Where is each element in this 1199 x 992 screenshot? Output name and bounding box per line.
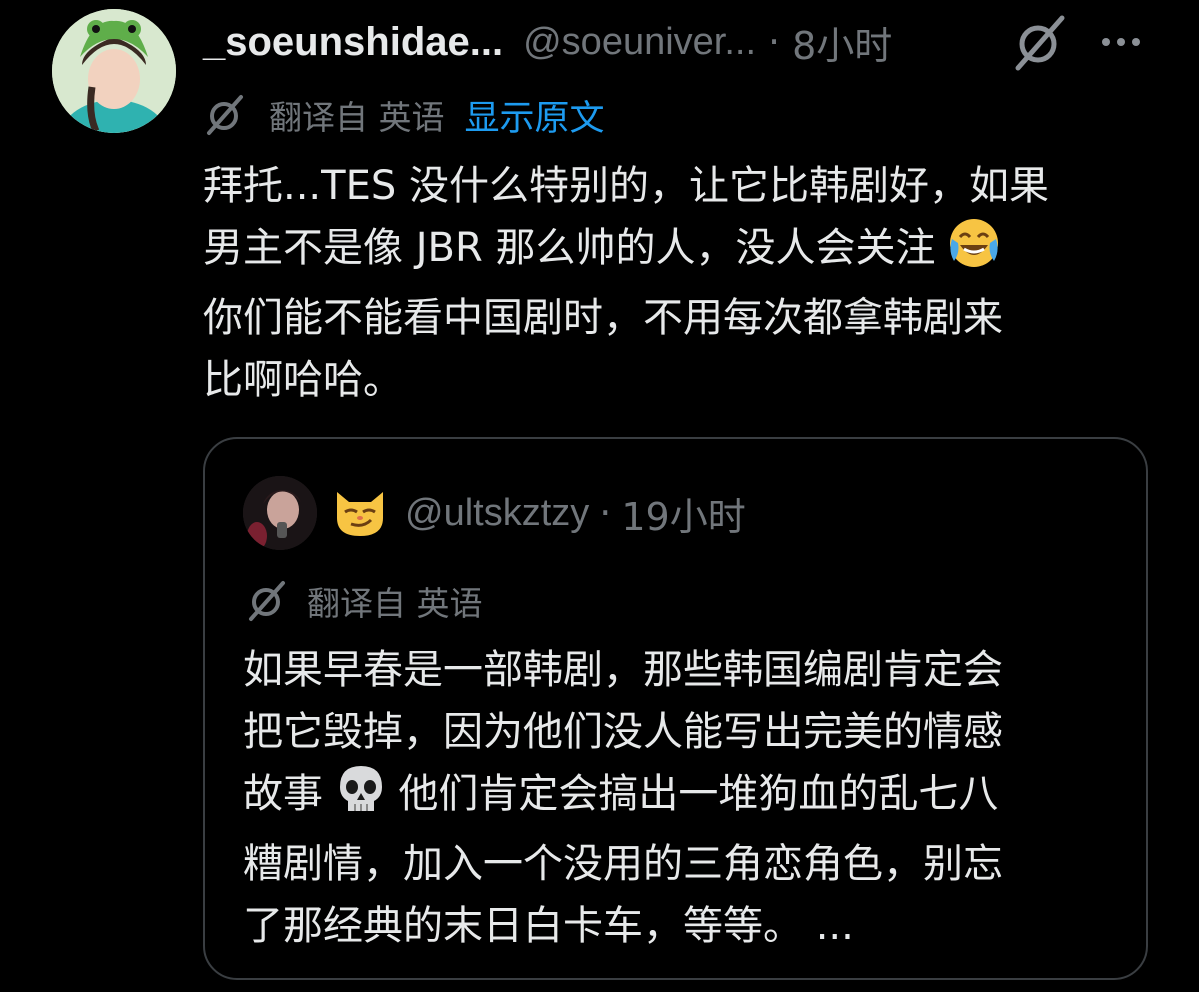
quoted-translation-bar: 翻译自 英语 bbox=[245, 576, 483, 626]
quoted-text-segment: 故事 bbox=[243, 771, 323, 817]
post-timestamp[interactable]: 8小时 bbox=[792, 15, 892, 70]
post-header: _soeunshidae... @soeuniver... · 8小时 bbox=[203, 14, 892, 70]
quoted-post-timestamp[interactable]: 19小时 bbox=[621, 486, 745, 541]
post-text-line-with-emoji: 男主不是像 JBR 那么帅的人，没人会关注 bbox=[203, 217, 1158, 287]
quoted-text-line: 了那经典的末日白卡车，等等。 ... bbox=[243, 903, 854, 949]
translation-bar: 翻译自 英语 显示原文 bbox=[203, 90, 605, 140]
author-avatar-image bbox=[52, 9, 176, 133]
quoted-avatar-image bbox=[243, 476, 317, 550]
post-text-line: 比啊哈哈。 bbox=[203, 357, 403, 403]
quoted-post-card[interactable]: @ultskztzy · 19小时 翻译自 英语 如果早春是一部韩剧，那些韩国编… bbox=[203, 437, 1148, 980]
quoted-translation-label: 翻译自 英语 bbox=[307, 584, 483, 623]
quoted-author-handle[interactable]: @ultskztzy bbox=[405, 492, 589, 535]
quoted-text-line: 把它毁掉，因为他们没人能写出完美的情感 bbox=[243, 709, 1003, 755]
post-text-line: 你们能不能看中国剧时，不用每次都拿韩剧来 bbox=[203, 295, 1003, 341]
quoted-post-header: @ultskztzy · 19小时 bbox=[243, 473, 746, 553]
post-text-line: 男主不是像 JBR 那么帅的人，没人会关注 bbox=[203, 225, 936, 271]
header-separator: · bbox=[768, 20, 781, 64]
face-with-tears-of-joy-icon bbox=[948, 217, 1000, 287]
skull-icon bbox=[336, 763, 386, 833]
post-body: 拜托...TES 没什么特别的，让它比韩剧好，如果 男主不是像 JBR 那么帅的… bbox=[203, 155, 1158, 411]
quoted-text-line: 如果早春是一部韩剧，那些韩国编剧肯定会 bbox=[243, 647, 1003, 693]
quoted-text-line: 糟剧情，加入一个没用的三角恋角色，别忘 bbox=[243, 841, 1003, 887]
translation-label: 翻译自 英语 bbox=[269, 98, 445, 137]
post-text-line: 拜托...TES 没什么特别的，让它比韩剧好，如果 bbox=[203, 163, 1049, 209]
author-display-name[interactable]: _soeunshidae... bbox=[203, 20, 503, 65]
quoted-post-body: 如果早春是一部韩剧，那些韩国编剧肯定会 把它毁掉，因为他们没人能写出完美的情感 … bbox=[243, 639, 1123, 957]
author-handle[interactable]: @soeuniver... bbox=[523, 21, 756, 64]
quoted-text-line-with-emoji: 故事 他们肯定会搞出一堆狗血的乱七八 bbox=[243, 763, 1123, 833]
grok-translate-icon bbox=[249, 581, 285, 621]
grok-translate-icon bbox=[207, 95, 243, 135]
grok-icon[interactable] bbox=[1010, 14, 1068, 72]
author-avatar[interactable] bbox=[52, 9, 176, 133]
smirking-cat-icon bbox=[331, 482, 389, 544]
show-original-link[interactable]: 显示原文 bbox=[465, 90, 605, 141]
quoted-text-segment: 他们肯定会搞出一堆狗血的乱七八 bbox=[398, 771, 999, 817]
quoted-header-separator: · bbox=[599, 491, 612, 535]
more-options-icon[interactable] bbox=[1096, 22, 1146, 62]
quoted-author-avatar[interactable] bbox=[243, 476, 317, 550]
